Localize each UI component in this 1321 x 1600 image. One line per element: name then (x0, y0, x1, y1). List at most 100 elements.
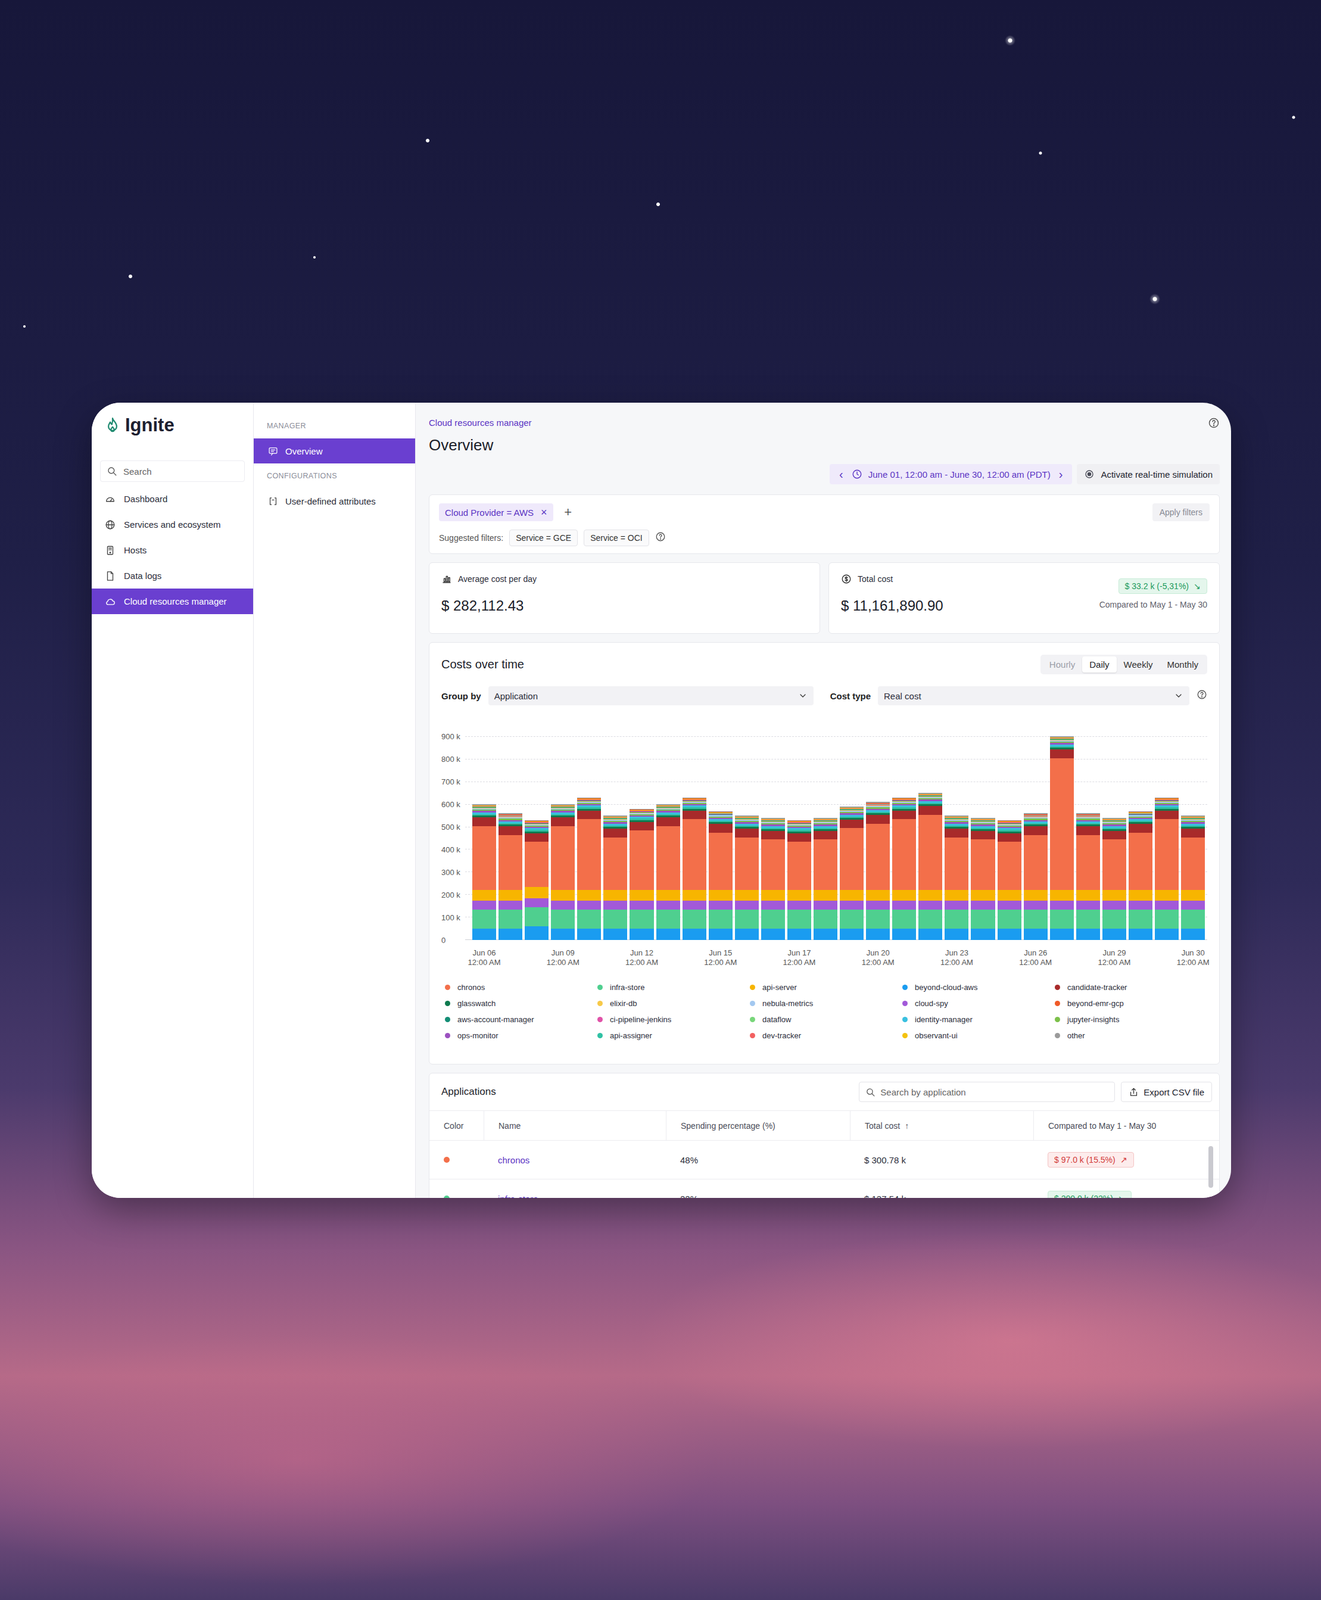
application-link[interactable]: chronos (497, 1154, 530, 1165)
granularity-button[interactable]: Daily (1082, 656, 1117, 673)
chart-bar[interactable] (682, 797, 707, 940)
chart-bar[interactable] (970, 817, 995, 940)
legend-item[interactable]: elixir-db (597, 998, 750, 1008)
bar-segment (1076, 900, 1101, 910)
legend-item[interactable]: dataflow (749, 1014, 903, 1024)
chart-bar[interactable] (787, 820, 812, 940)
breadcrumb[interactable]: Cloud resources manager (428, 416, 532, 429)
legend-item[interactable]: aws-account-manager (444, 1014, 598, 1024)
table-row[interactable]: chronos48%$ 300.78 k$ 97.0 k (15.5%)↗ (429, 1139, 1220, 1179)
chart-bar[interactable] (472, 804, 497, 940)
column-header[interactable]: Total cost↑ (849, 1110, 1034, 1140)
chart-bar[interactable] (761, 817, 785, 940)
chart-bar[interactable] (498, 812, 523, 940)
sidebar-search[interactable] (100, 460, 245, 482)
chart-bar[interactable] (865, 801, 890, 940)
chart-bar[interactable] (577, 797, 601, 940)
legend-item[interactable]: candidate-tracker (1054, 982, 1208, 992)
legend-item[interactable]: cloud-spy (902, 998, 1055, 1008)
apply-filters-button[interactable]: Apply filters (1152, 503, 1210, 522)
chart-bar[interactable] (603, 815, 628, 940)
chart-bar[interactable] (892, 797, 917, 940)
simulation-toggle[interactable]: Activate real-time simulation (1076, 463, 1220, 485)
bar-segment (970, 830, 995, 840)
sidebar-item[interactable]: Data logs (91, 562, 254, 589)
chart-help[interactable] (1196, 689, 1208, 703)
legend-item[interactable]: nebula-metrics (749, 998, 903, 1008)
bar-segment (472, 900, 497, 910)
chart-bar[interactable] (550, 804, 575, 940)
legend-item[interactable]: beyond-cloud-aws (902, 982, 1055, 992)
legend-item[interactable]: ci-pipeline-jenkins (597, 1014, 750, 1024)
chart-bar[interactable] (997, 820, 1022, 940)
legend-item[interactable]: beyond-emr-gcp (1054, 998, 1208, 1008)
search-input[interactable] (123, 466, 239, 477)
application-search-input[interactable] (880, 1086, 1109, 1098)
application-link[interactable]: infra-store (497, 1193, 539, 1199)
chart-bar[interactable] (524, 820, 549, 940)
granularity-button[interactable]: Weekly (1116, 656, 1161, 673)
legend-item[interactable]: chronos (444, 982, 598, 992)
chart-bar[interactable] (1076, 812, 1101, 940)
sidebar-item[interactable]: Cloud resources manager (91, 588, 254, 615)
chart-bar[interactable] (1128, 811, 1153, 940)
export-csv-button[interactable]: Export CSV file (1120, 1081, 1213, 1102)
legend-item[interactable]: observant-ui (902, 1030, 1055, 1040)
x-tick-time: 12:00 AM (703, 957, 737, 968)
legend-dot (1054, 1016, 1061, 1023)
chart-bar[interactable] (1050, 736, 1074, 940)
column-header[interactable]: Name (483, 1110, 666, 1140)
column-header[interactable]: Compared to May 1 - May 30 (1033, 1110, 1220, 1140)
legend-item[interactable]: identity-manager (902, 1014, 1055, 1024)
remove-filter-button[interactable]: × (540, 506, 548, 518)
chart-bar[interactable] (813, 817, 838, 940)
bar-segment (839, 889, 864, 900)
chart-bar[interactable] (839, 806, 864, 940)
previous-button[interactable]: ‹ (836, 468, 846, 481)
subnav-item[interactable]: Overview (253, 438, 416, 464)
application-search[interactable] (858, 1081, 1115, 1102)
chart-bar[interactable] (1181, 815, 1205, 940)
legend-item[interactable]: api-server (749, 982, 903, 992)
group-by-select[interactable]: Application (488, 686, 814, 706)
legend-item[interactable]: infra-store (597, 982, 750, 992)
help-button[interactable] (1207, 416, 1220, 432)
chart-bar[interactable] (1023, 812, 1048, 940)
chart-bar[interactable] (918, 792, 943, 940)
legend-item[interactable]: api-assigner (597, 1030, 750, 1040)
column-header[interactable]: Color (429, 1110, 484, 1140)
sidebar-item[interactable]: Services and ecosystem (91, 511, 254, 538)
legend-item[interactable]: dev-tracker (749, 1030, 903, 1040)
cost-type-select[interactable]: Real cost (877, 686, 1190, 706)
legend-item[interactable]: jupyter-insights (1054, 1014, 1208, 1024)
legend-item[interactable]: ops-monitor (444, 1030, 598, 1040)
date-range[interactable]: ‹June 01, 12:00 am - June 30, 12:00 am (… (829, 463, 1073, 485)
chart-bar[interactable] (1102, 817, 1127, 940)
legend-item[interactable]: glasswatch (444, 998, 598, 1008)
bar-segment (472, 889, 497, 900)
chart-bar[interactable] (629, 808, 654, 940)
logo[interactable]: Ignite (91, 402, 254, 448)
next-button[interactable]: › (1056, 468, 1066, 481)
granularity-button[interactable]: Monthly (1159, 656, 1206, 673)
suggested-filter[interactable]: Service = OCI (583, 529, 650, 547)
column-header[interactable]: Spending percentage (%) (665, 1110, 850, 1140)
chart-bar[interactable] (708, 811, 733, 940)
chart-bar[interactable] (944, 815, 969, 940)
suggested-filter[interactable]: Service = GCE (509, 529, 578, 547)
chart-bar[interactable] (734, 815, 759, 940)
add-filter-button[interactable]: + (559, 503, 578, 522)
sidebar-item[interactable]: Hosts (91, 537, 254, 563)
table-row[interactable]: infra-store22%$ 137.54 k$ 200.0 k (22%)↘ (429, 1178, 1220, 1198)
bar-segment (524, 833, 549, 842)
filter-chip[interactable]: Cloud Provider = AWS× (438, 503, 554, 522)
scrollbar-thumb[interactable] (1208, 1145, 1214, 1188)
chart-bar[interactable] (656, 804, 681, 940)
legend-item[interactable]: other (1054, 1030, 1208, 1040)
x-slot: Jun 1512:00 AM (708, 948, 733, 968)
bar-segment (787, 928, 812, 940)
subnav-item[interactable]: User-defined attributes (253, 488, 416, 514)
sidebar-item[interactable]: Dashboard (91, 485, 254, 512)
filter-help[interactable] (655, 531, 666, 545)
chart-bar[interactable] (1154, 797, 1179, 940)
